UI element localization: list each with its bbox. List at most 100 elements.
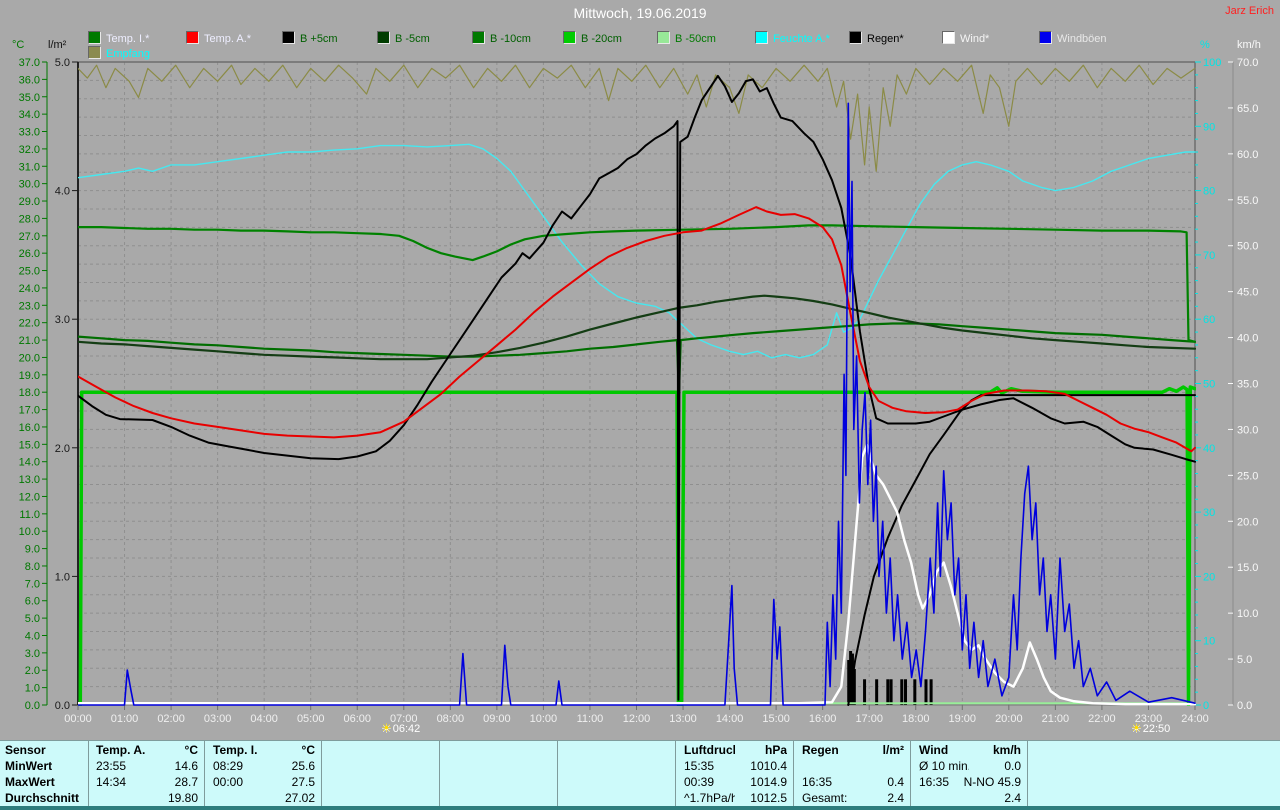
svg-text:03:00: 03:00 xyxy=(204,713,232,725)
svg-text:10.0: 10.0 xyxy=(19,526,40,538)
window-bottom-edge xyxy=(0,806,1280,810)
svg-text:09:00: 09:00 xyxy=(483,713,511,725)
svg-text:100: 100 xyxy=(1203,57,1221,69)
table-cell: 1010.4 xyxy=(750,759,787,773)
sunset-icon: ☀ xyxy=(1131,721,1142,735)
svg-text:00:00: 00:00 xyxy=(64,713,92,725)
table-cell: 19.80 xyxy=(167,791,198,805)
svg-text:20: 20 xyxy=(1203,571,1215,583)
svg-text:29.0: 29.0 xyxy=(19,196,40,208)
svg-text:18:00: 18:00 xyxy=(902,713,930,725)
table-cell: 1012.5 xyxy=(750,791,787,805)
table-column-empty xyxy=(322,741,440,807)
svg-text:0.0: 0.0 xyxy=(25,700,40,712)
table-cell: 1014.9 xyxy=(750,775,787,789)
svg-text:70.0: 70.0 xyxy=(1237,57,1258,69)
svg-text:26.0: 26.0 xyxy=(19,248,40,260)
series-b20cm-line xyxy=(78,385,1196,706)
table-cell: hPa xyxy=(764,743,787,757)
svg-text:13:00: 13:00 xyxy=(669,713,697,725)
table-row-labels: Sensor MinWert MaxWert Durchschnitt xyxy=(0,741,89,807)
table-column-empty xyxy=(440,741,558,807)
svg-text:9.0: 9.0 xyxy=(25,544,40,556)
table-cell: 2.4 xyxy=(1004,791,1021,805)
svg-text:3.0: 3.0 xyxy=(25,648,40,660)
svg-text:13.0: 13.0 xyxy=(19,474,40,486)
svg-text:08:00: 08:00 xyxy=(437,713,465,725)
sunset-marker: ☀22:50 xyxy=(1131,721,1170,735)
svg-text:25.0: 25.0 xyxy=(1237,470,1258,482)
svg-text:27.0: 27.0 xyxy=(19,231,40,243)
svg-text:04:00: 04:00 xyxy=(250,713,278,725)
sunrise-icon: ☀ xyxy=(381,721,392,735)
svg-text:19.0: 19.0 xyxy=(19,370,40,382)
svg-text:16.0: 16.0 xyxy=(19,422,40,434)
table-cell: 27.02 xyxy=(284,791,315,805)
table-cell: 14.6 xyxy=(174,759,198,773)
svg-text:30: 30 xyxy=(1203,507,1215,519)
svg-text:37.0: 37.0 xyxy=(19,57,40,69)
svg-text:7.0: 7.0 xyxy=(25,578,40,590)
svg-text:24:00: 24:00 xyxy=(1181,713,1209,725)
svg-text:10: 10 xyxy=(1203,636,1215,648)
svg-text:17:00: 17:00 xyxy=(855,713,883,725)
svg-text:20.0: 20.0 xyxy=(19,352,40,364)
sunset-time: 22:50 xyxy=(1142,723,1171,735)
table-column-empty xyxy=(1028,741,1279,807)
svg-text:1.0: 1.0 xyxy=(55,571,70,583)
svg-text:01:00: 01:00 xyxy=(111,713,139,725)
table-cell: 28.7 xyxy=(174,775,198,789)
table-cell: 25.6 xyxy=(291,759,315,773)
svg-text:5.0: 5.0 xyxy=(1237,654,1252,666)
svg-text:4.0: 4.0 xyxy=(55,186,70,198)
svg-text:20.0: 20.0 xyxy=(1237,516,1258,528)
row-label-durchschnitt: Durchschnitt xyxy=(5,791,80,805)
svg-text:36.0: 36.0 xyxy=(19,74,40,86)
svg-text:28.0: 28.0 xyxy=(19,213,40,225)
table-cell: °C xyxy=(184,743,198,757)
svg-text:02:00: 02:00 xyxy=(157,713,185,725)
table-cell: 0.0 xyxy=(1004,759,1021,773)
svg-text:90: 90 xyxy=(1203,121,1215,133)
svg-text:80: 80 xyxy=(1203,186,1215,198)
svg-text:30.0: 30.0 xyxy=(1237,424,1258,436)
svg-text:50.0: 50.0 xyxy=(1237,241,1258,253)
svg-text:60: 60 xyxy=(1203,314,1215,326)
weather-station-window: Mittwoch, 19.06.2019 Jarz Erich °C l/m² … xyxy=(0,0,1280,810)
svg-text:34.0: 34.0 xyxy=(19,109,40,121)
svg-text:32.0: 32.0 xyxy=(19,144,40,156)
svg-text:70: 70 xyxy=(1203,250,1215,262)
svg-text:12.0: 12.0 xyxy=(19,491,40,503)
svg-text:21.0: 21.0 xyxy=(19,335,40,347)
svg-text:24.0: 24.0 xyxy=(19,283,40,295)
svg-text:14.0: 14.0 xyxy=(19,457,40,469)
svg-text:5.0: 5.0 xyxy=(25,613,40,625)
svg-text:45.0: 45.0 xyxy=(1237,287,1258,299)
svg-text:17.0: 17.0 xyxy=(19,405,40,417)
table-cell: N-NO 45.9 xyxy=(963,775,1021,789)
table-cell: 2.4 xyxy=(887,791,904,805)
svg-text:0.0: 0.0 xyxy=(55,700,70,712)
svg-text:8.0: 8.0 xyxy=(25,561,40,573)
svg-text:20:00: 20:00 xyxy=(995,713,1023,725)
svg-text:2.0: 2.0 xyxy=(55,443,70,455)
sunrise-time: 06:42 xyxy=(392,723,421,735)
svg-text:05:00: 05:00 xyxy=(297,713,325,725)
row-label-sensor: Sensor xyxy=(5,743,46,757)
svg-text:55.0: 55.0 xyxy=(1237,195,1258,207)
svg-text:4.0: 4.0 xyxy=(25,630,40,642)
svg-text:10.0: 10.0 xyxy=(1237,608,1258,620)
table-cell: l/m² xyxy=(882,743,904,757)
svg-text:12:00: 12:00 xyxy=(623,713,651,725)
table-column-temp-i-: Temp. I. °C 08:29 25.6 00:00 27.5 27.02 xyxy=(205,741,322,807)
stats-table: Sensor MinWert MaxWert Durchschnitt Temp. A.… xyxy=(0,740,1280,807)
svg-text:15:00: 15:00 xyxy=(762,713,790,725)
svg-text:11.0: 11.0 xyxy=(19,509,40,521)
svg-text:2.0: 2.0 xyxy=(25,665,40,677)
svg-text:21:00: 21:00 xyxy=(1042,713,1070,725)
svg-text:60.0: 60.0 xyxy=(1237,149,1258,161)
svg-text:16:00: 16:00 xyxy=(809,713,837,725)
table-cell: °C xyxy=(301,743,315,757)
svg-text:40.0: 40.0 xyxy=(1237,333,1258,345)
chart-plot: 0.0 1.0 2.0 3.0 4.0 5.0 6.0 7.0 8.0 9.0 10.0 11.0 12… xyxy=(19,57,1259,725)
